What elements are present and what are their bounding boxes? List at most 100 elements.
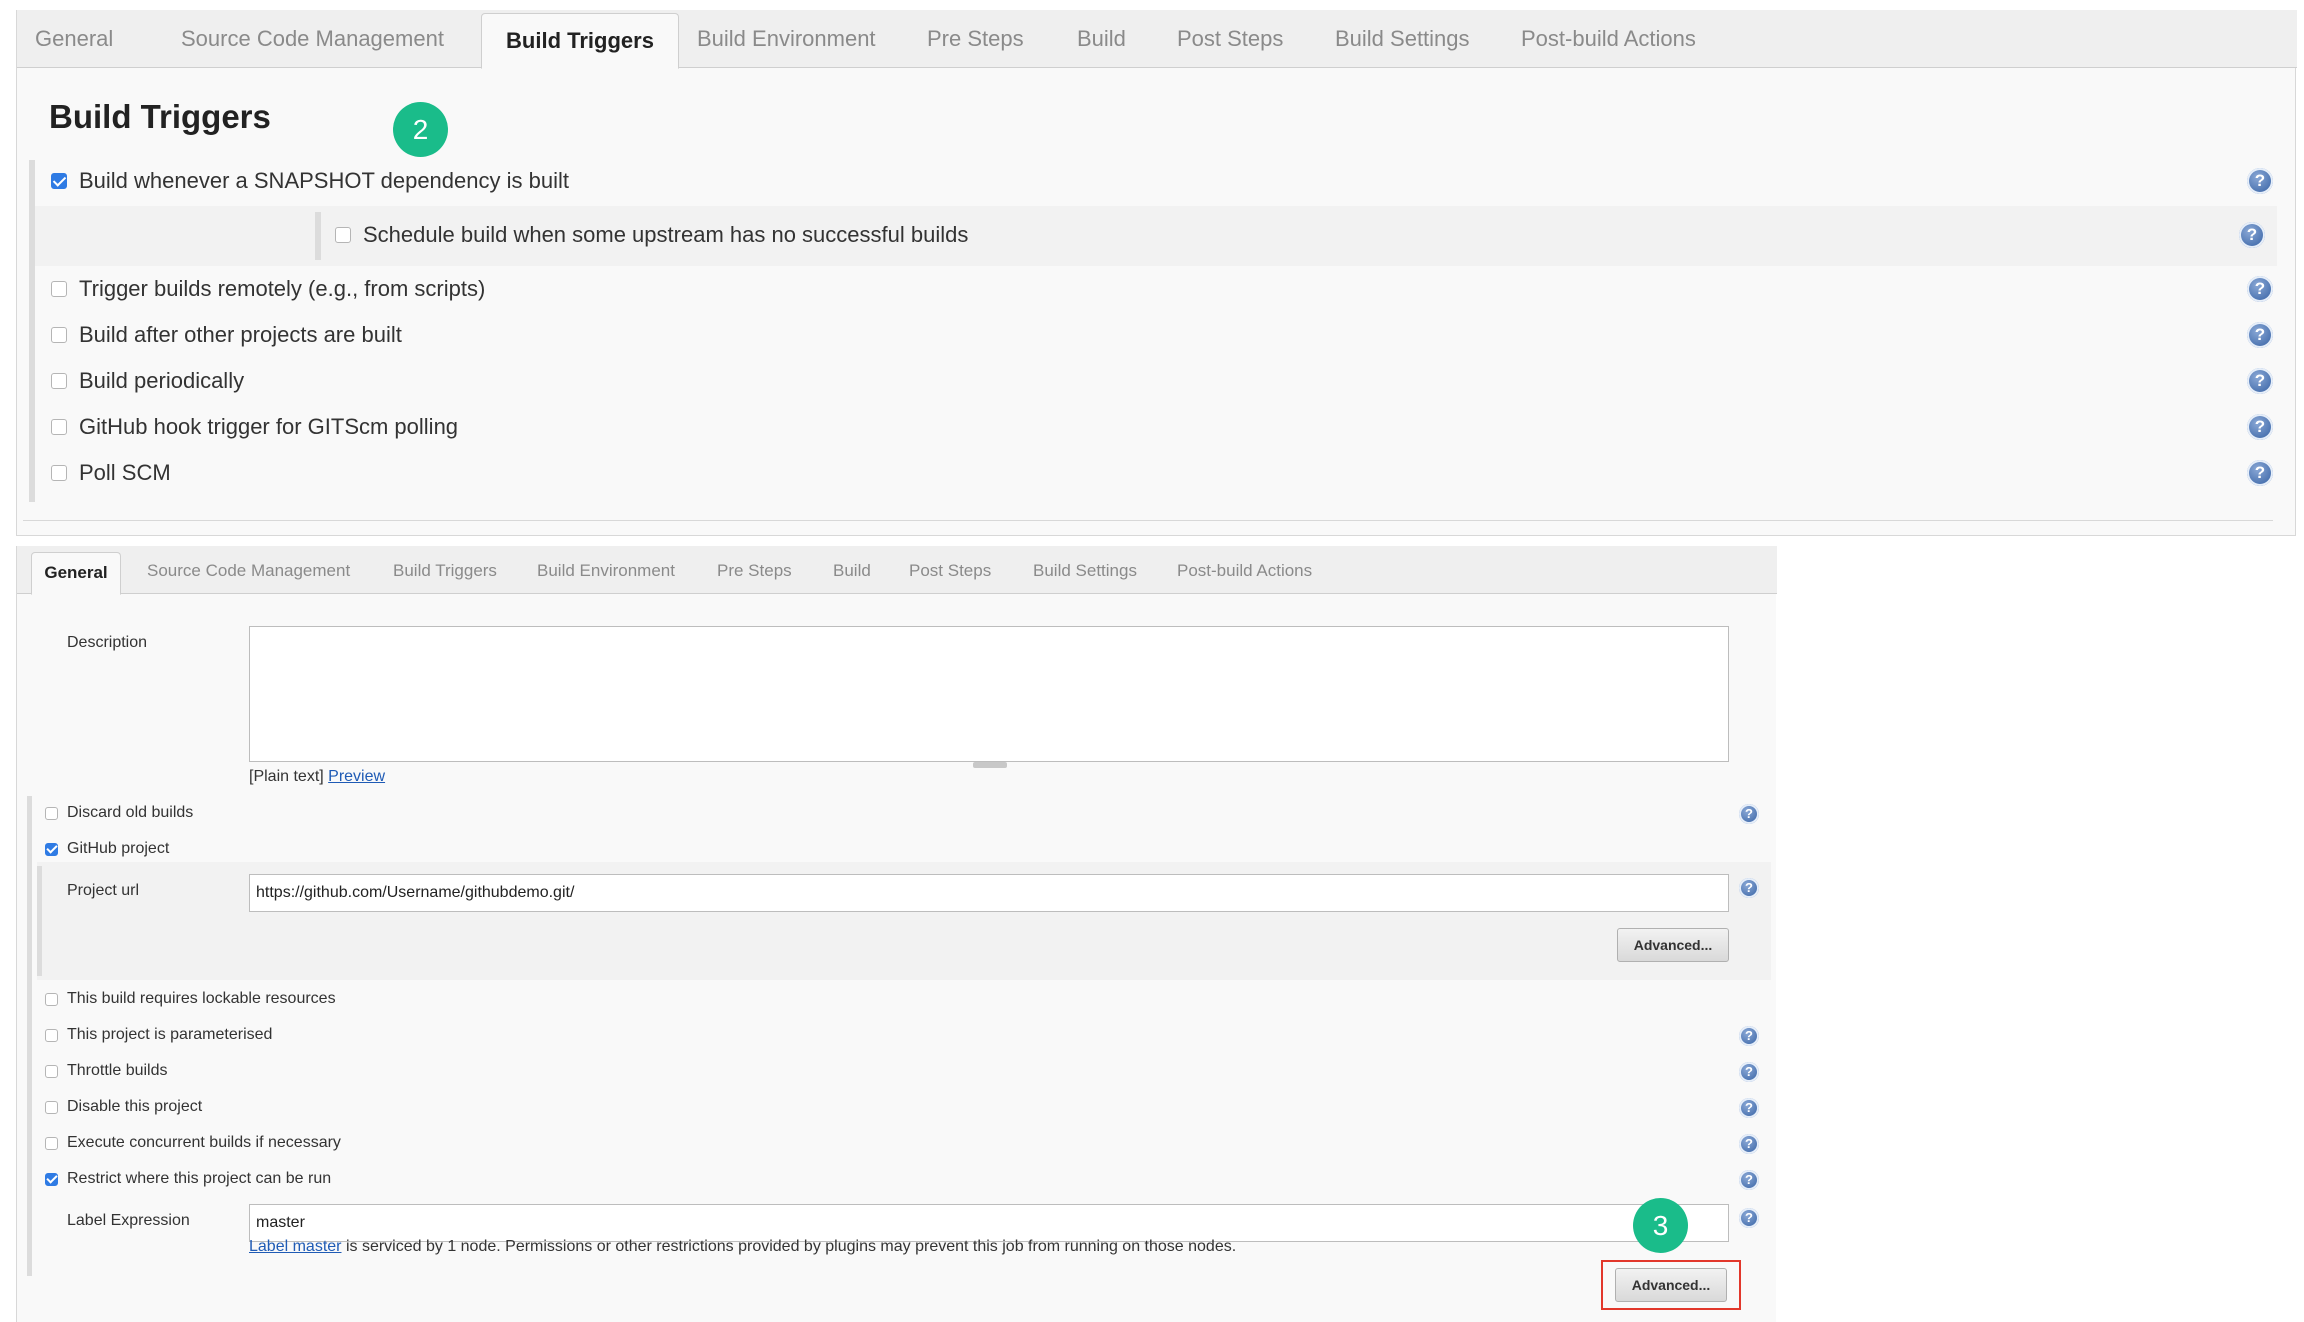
advanced-button-restrict[interactable]: Advanced... xyxy=(1615,1268,1727,1302)
preview-link[interactable]: Preview xyxy=(328,768,385,785)
trigger-label: Trigger builds remotely (e.g., from scri… xyxy=(79,276,485,302)
help-icon[interactable]: ? xyxy=(1739,1026,1759,1046)
trigger-label: GitHub hook trigger for GITScm polling xyxy=(79,414,458,440)
option-label: This build requires lockable resources xyxy=(67,990,336,1008)
options-indent-bar xyxy=(27,796,32,1276)
label-expression-label: Label Expression xyxy=(67,1212,190,1230)
checkbox[interactable] xyxy=(51,465,67,481)
option-restrict-where-run[interactable]: Restrict where this project can be run xyxy=(45,1168,331,1190)
bottom-tab-pre-steps[interactable]: Pre Steps xyxy=(717,546,792,594)
trigger-periodically[interactable]: Build periodically xyxy=(51,366,244,396)
trigger-github-hook[interactable]: GitHub hook trigger for GITScm polling xyxy=(51,412,458,442)
top-tab-post-build-actions[interactable]: Post-build Actions xyxy=(1521,10,1696,68)
checkbox[interactable] xyxy=(45,993,58,1006)
help-icon[interactable]: ? xyxy=(1739,804,1759,824)
trigger-label: Schedule build when some upstream has no… xyxy=(363,222,968,248)
help-icon[interactable]: ? xyxy=(1739,1134,1759,1154)
help-icon[interactable]: ? xyxy=(1739,1170,1759,1190)
top-tab-source-code-management[interactable]: Source Code Management xyxy=(181,10,444,68)
checkbox[interactable] xyxy=(51,373,67,389)
bottom-tab-build[interactable]: Build xyxy=(833,546,871,594)
option-github-project[interactable]: GitHub project xyxy=(45,838,169,860)
project-url-input[interactable]: https://github.com/Username/githubdemo.g… xyxy=(249,874,1729,912)
bottom-tab-source-code-management[interactable]: Source Code Management xyxy=(147,546,350,594)
top-tab-build[interactable]: Build xyxy=(1077,10,1126,68)
trigger-label: Build after other projects are built xyxy=(79,322,402,348)
plain-text-label: [Plain text] xyxy=(249,768,324,785)
help-icon[interactable]: ? xyxy=(2247,414,2273,440)
help-icon[interactable]: ? xyxy=(2247,368,2273,394)
option-label: GitHub project xyxy=(67,840,169,858)
trigger-remote[interactable]: Trigger builds remotely (e.g., from scri… xyxy=(51,274,485,304)
help-icon[interactable]: ? xyxy=(2247,276,2273,302)
resize-grip[interactable] xyxy=(973,762,1007,768)
checkbox[interactable] xyxy=(45,1065,58,1078)
option-lockable-resources[interactable]: This build requires lockable resources xyxy=(45,988,336,1010)
help-icon[interactable]: ? xyxy=(2247,322,2273,348)
option-parameterised[interactable]: This project is parameterised xyxy=(45,1024,272,1046)
checkbox[interactable] xyxy=(51,327,67,343)
top-tab-general[interactable]: General xyxy=(35,10,113,68)
nested-indent-bar xyxy=(315,212,321,260)
help-icon[interactable]: ? xyxy=(2247,168,2273,194)
option-label: Throttle builds xyxy=(67,1062,168,1080)
option-throttle-builds[interactable]: Throttle builds xyxy=(45,1060,168,1082)
checkbox[interactable] xyxy=(51,173,67,189)
advanced-button-github[interactable]: Advanced... xyxy=(1617,928,1729,962)
help-icon[interactable]: ? xyxy=(1739,1098,1759,1118)
option-discard-old-builds[interactable]: Discard old builds xyxy=(45,802,193,824)
top-tab-pre-steps[interactable]: Pre Steps xyxy=(927,10,1024,68)
github-project-indent-bar xyxy=(37,866,42,976)
checkbox[interactable] xyxy=(45,807,58,820)
bottom-tab-build-settings[interactable]: Build Settings xyxy=(1033,546,1137,594)
option-label: This project is parameterised xyxy=(67,1026,272,1044)
help-icon[interactable]: ? xyxy=(1739,1062,1759,1082)
help-icon[interactable]: ? xyxy=(2239,222,2265,248)
trigger-snapshot-dependency[interactable]: Build whenever a SNAPSHOT dependency is … xyxy=(51,166,569,196)
option-label: Disable this project xyxy=(67,1098,202,1116)
description-textarea[interactable] xyxy=(249,626,1729,762)
label-note-text: is serviced by 1 node. Permissions or ot… xyxy=(342,1238,1237,1255)
checkbox[interactable] xyxy=(45,1173,58,1186)
label-expression-input[interactable]: master xyxy=(249,1204,1729,1242)
bottom-tab-post-steps[interactable]: Post Steps xyxy=(909,546,991,594)
checkbox[interactable] xyxy=(51,281,67,297)
trigger-label: Poll SCM xyxy=(79,460,171,486)
top-tab-bar: General Source Code Management Build Tri… xyxy=(17,10,2297,68)
checkbox[interactable] xyxy=(45,843,58,856)
trigger-schedule-upstream[interactable]: Schedule build when some upstream has no… xyxy=(335,220,968,250)
top-tab-build-triggers[interactable]: Build Triggers xyxy=(481,13,679,69)
top-tab-post-steps[interactable]: Post Steps xyxy=(1177,10,1283,68)
step-badge-2: 2 xyxy=(393,102,448,157)
top-tab-build-environment[interactable]: Build Environment xyxy=(697,10,876,68)
bottom-tab-build-triggers[interactable]: Build Triggers xyxy=(393,546,497,594)
bottom-tab-general[interactable]: General xyxy=(31,552,121,595)
help-icon[interactable]: ? xyxy=(2247,460,2273,486)
bottom-tab-build-environment[interactable]: Build Environment xyxy=(537,546,675,594)
checkbox[interactable] xyxy=(45,1137,58,1150)
help-icon[interactable]: ? xyxy=(1739,1208,1759,1228)
option-concurrent-builds[interactable]: Execute concurrent builds if necessary xyxy=(45,1132,341,1154)
bottom-tab-bar: General Source Code Management Build Tri… xyxy=(17,546,1777,594)
trigger-after-other-projects[interactable]: Build after other projects are built xyxy=(51,320,402,350)
section-heading: Build Triggers xyxy=(49,98,271,136)
project-url-label: Project url xyxy=(67,882,139,900)
build-triggers-panel: General Source Code Management Build Tri… xyxy=(16,10,2296,536)
checkbox[interactable] xyxy=(45,1101,58,1114)
general-panel: General Source Code Management Build Tri… xyxy=(16,546,1776,1322)
description-label: Description xyxy=(67,634,147,652)
option-disable-project[interactable]: Disable this project xyxy=(45,1096,202,1118)
label-expression-note: Label master is serviced by 1 node. Perm… xyxy=(249,1238,1236,1256)
section-divider xyxy=(23,520,2273,521)
checkbox[interactable] xyxy=(51,419,67,435)
trigger-poll-scm[interactable]: Poll SCM xyxy=(51,458,171,488)
label-master-link[interactable]: Label master xyxy=(249,1238,342,1255)
top-tab-build-settings[interactable]: Build Settings xyxy=(1335,10,1470,68)
option-label: Execute concurrent builds if necessary xyxy=(67,1134,341,1152)
step-badge-3: 3 xyxy=(1633,1198,1688,1253)
bottom-tab-post-build-actions[interactable]: Post-build Actions xyxy=(1177,546,1312,594)
help-icon[interactable]: ? xyxy=(1739,878,1759,898)
checkbox[interactable] xyxy=(45,1029,58,1042)
checkbox[interactable] xyxy=(335,227,351,243)
option-label: Discard old builds xyxy=(67,804,193,822)
